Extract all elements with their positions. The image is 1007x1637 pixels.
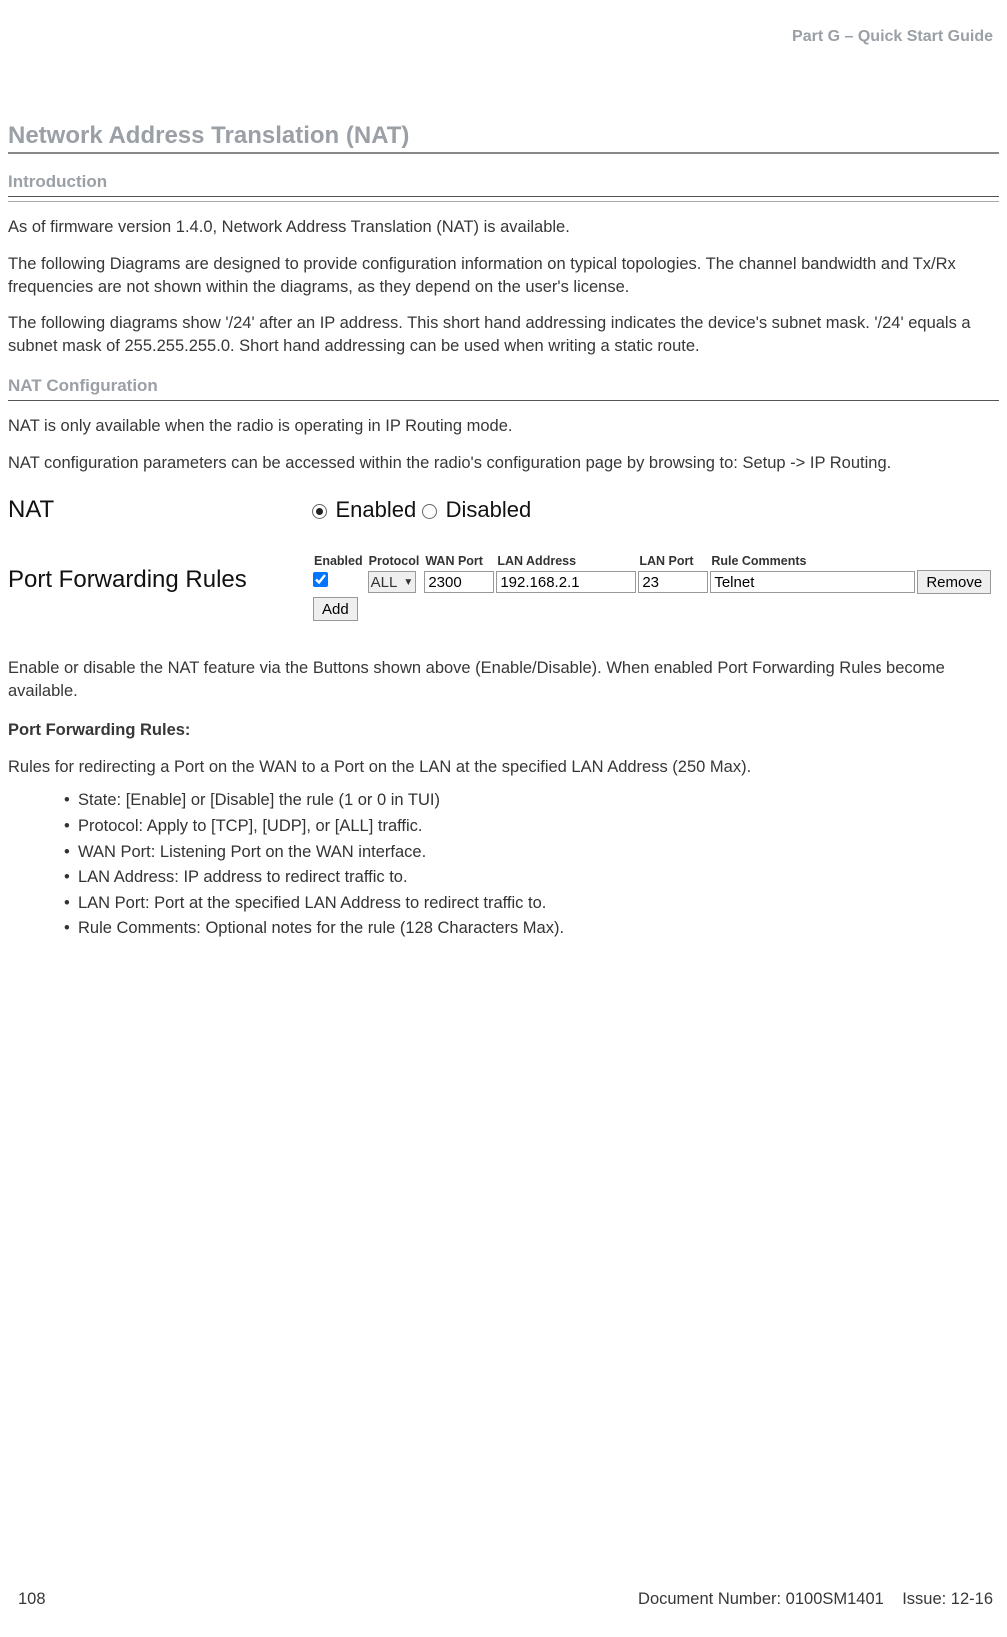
intro-heading: Introduction — [8, 172, 999, 197]
pf-lan-address-input[interactable] — [496, 571, 636, 593]
pf-protocol-value: ALL — [371, 574, 398, 591]
add-button[interactable]: Add — [313, 597, 358, 621]
list-item: State: [Enable] or [Disable] the rule (1… — [78, 788, 999, 814]
pf-header-enabled: Enabled — [312, 554, 367, 570]
nat-explain-paragraph: Enable or disable the NAT feature via th… — [8, 657, 999, 703]
list-item: WAN Port: Listening Port on the WAN inte… — [78, 840, 999, 866]
pf-wan-port-input[interactable] — [424, 571, 494, 593]
pfr-intro-paragraph: Rules for redirecting a Port on the WAN … — [8, 756, 999, 779]
port-forwarding-block: Port Forwarding Rules Enabled Protocol W… — [8, 554, 999, 621]
pfr-heading: Port Forwarding Rules: — [8, 719, 999, 742]
list-item: Rule Comments: Optional notes for the ru… — [78, 916, 999, 942]
nat-config-paragraph-2: NAT configuration parameters can be acce… — [8, 452, 999, 475]
pf-lan-port-input[interactable] — [638, 571, 708, 593]
radio-enabled-label: Enabled — [335, 497, 416, 522]
intro-paragraph-1: As of firmware version 1.4.0, Network Ad… — [8, 216, 999, 239]
page-number: 108 — [18, 1590, 46, 1609]
list-item: LAN Address: IP address to redirect traf… — [78, 865, 999, 891]
radio-disabled-icon[interactable] — [422, 504, 437, 519]
pfr-bullet-list: State: [Enable] or [Disable] the rule (1… — [8, 788, 999, 941]
remove-button[interactable]: Remove — [917, 570, 991, 594]
pf-header-row: Enabled Protocol WAN Port LAN Address LA… — [312, 554, 992, 570]
nat-config-heading: NAT Configuration — [8, 376, 999, 401]
port-forwarding-label: Port Forwarding Rules — [8, 554, 312, 621]
chevron-down-icon: ▼ — [403, 577, 413, 588]
pf-header-protocol: Protocol — [367, 554, 424, 570]
pf-header-rule-comments: Rule Comments — [709, 554, 916, 570]
list-item: Protocol: Apply to [TCP], [UDP], or [ALL… — [78, 814, 999, 840]
nat-label: NAT — [8, 496, 312, 524]
pf-header-lan-address: LAN Address — [495, 554, 637, 570]
nat-config-paragraph-1: NAT is only available when the radio is … — [8, 415, 999, 438]
issue-number: Issue: 12-16 — [902, 1590, 993, 1608]
list-item: LAN Port: Port at the specified LAN Addr… — [78, 891, 999, 917]
intro-paragraph-2: The following Diagrams are designed to p… — [8, 253, 999, 299]
nat-toggle-row: NAT Enabled Disabled — [8, 496, 999, 524]
divider — [8, 201, 999, 202]
pf-rule-comments-input[interactable] — [710, 571, 915, 593]
pf-header-lan-port: LAN Port — [637, 554, 709, 570]
document-number: Document Number: 0100SM1401 — [638, 1590, 884, 1608]
pf-protocol-select[interactable]: ALL ▼ — [368, 571, 417, 593]
pf-header-wan-port: WAN Port — [423, 554, 495, 570]
table-row: ALL ▼ Remove — [312, 570, 992, 594]
page-footer: 108 Document Number: 0100SM1401 Issue: 1… — [18, 1590, 993, 1609]
nat-enabled-option[interactable]: Enabled — [312, 497, 416, 523]
intro-paragraph-3: The following diagrams show '/24' after … — [8, 312, 999, 358]
pf-enabled-checkbox[interactable] — [313, 572, 328, 587]
section-title: Network Address Translation (NAT) — [8, 122, 999, 154]
header-part-title: Part G – Quick Start Guide — [792, 28, 993, 46]
radio-disabled-label: Disabled — [446, 497, 532, 522]
nat-disabled-option[interactable]: Disabled — [422, 497, 531, 523]
port-forwarding-table: Enabled Protocol WAN Port LAN Address LA… — [312, 554, 992, 621]
radio-enabled-icon[interactable] — [312, 504, 327, 519]
